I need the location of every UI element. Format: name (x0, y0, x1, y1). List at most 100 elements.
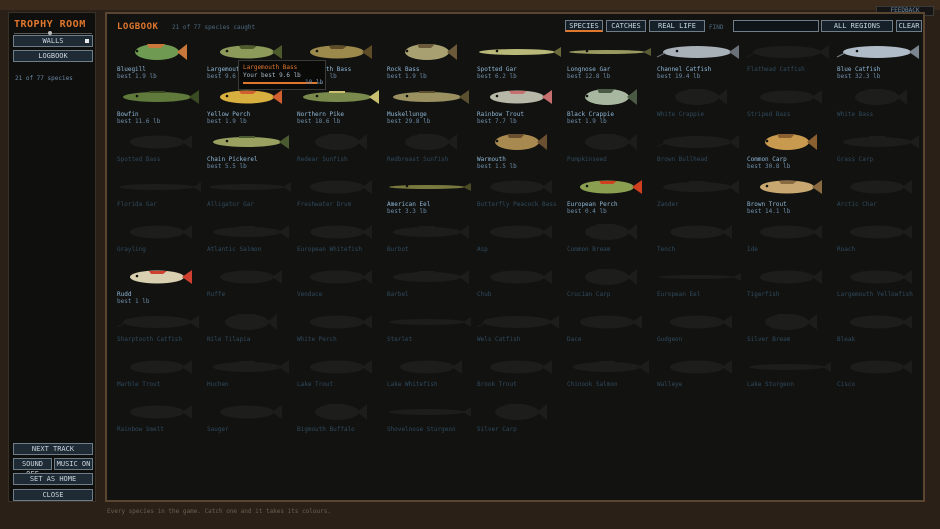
species-card[interactable]: Bluegill best 1.9 lb (115, 40, 205, 85)
walls-button[interactable]: WALLS (13, 35, 93, 47)
species-card[interactable]: Grayling (115, 220, 205, 265)
species-card[interactable]: White Crappie (655, 85, 745, 130)
species-card[interactable]: Spotted Bass (115, 130, 205, 175)
species-card[interactable]: Ruffe (205, 265, 295, 310)
species-card[interactable]: Yellow Perch best 1.9 lb (205, 85, 295, 130)
species-card[interactable]: Sauger (205, 400, 295, 445)
walls-indicator-icon (85, 39, 89, 43)
fish-icon (389, 317, 471, 327)
species-card[interactable]: Alligator Gar (205, 175, 295, 220)
species-card[interactable]: Barbel (385, 265, 475, 310)
species-card[interactable]: Sterlet (385, 310, 475, 355)
species-card[interactable]: Nile Tilapia (205, 310, 295, 355)
species-card[interactable]: European Eel (655, 265, 745, 310)
species-best-weight: best 14.1 lb (747, 208, 791, 215)
species-card[interactable]: Wels Catfish (475, 310, 565, 355)
species-card[interactable]: Bigmouth Buffalo (295, 400, 385, 445)
species-card[interactable]: Brown Trout best 14.1 lb (745, 175, 835, 220)
species-card[interactable]: Largemouth Yellowfish (835, 265, 925, 310)
tab-real-life[interactable]: REAL LIFE (649, 20, 705, 32)
logbook-button[interactable]: LOGBOOK (13, 50, 93, 62)
species-card[interactable]: Longnose Gar best 12.8 lb (565, 40, 655, 85)
species-card[interactable]: Muskellunge best 29.8 lb (385, 85, 475, 130)
species-card[interactable]: Bowfin best 11.6 lb (115, 85, 205, 130)
species-card[interactable]: Shovelnose Sturgeon (385, 400, 475, 445)
species-card[interactable]: Dace (565, 310, 655, 355)
fish-icon (765, 314, 817, 330)
species-card[interactable]: Chinook Salmon (565, 355, 655, 400)
species-card[interactable]: European Whitefish (295, 220, 385, 265)
species-card[interactable]: Silver Bream (745, 310, 835, 355)
species-name: Sauger (207, 426, 229, 433)
species-card[interactable]: Northern Pike best 18.6 lb (295, 85, 385, 130)
species-card[interactable]: Lake Trout (295, 355, 385, 400)
species-card[interactable]: Atlantic Salmon (205, 220, 295, 265)
species-card[interactable]: Crucian Carp (565, 265, 655, 310)
species-card[interactable]: Zander (655, 175, 745, 220)
species-card[interactable]: Flathead Catfish (745, 40, 835, 85)
species-card[interactable]: Warmouth best 1.5 lb (475, 130, 565, 175)
species-card[interactable]: Cisco (835, 355, 925, 400)
fish-icon (310, 180, 372, 194)
species-card[interactable]: Lake Whitefish (385, 355, 475, 400)
region-select[interactable]: ALL REGIONS (821, 20, 893, 32)
species-card[interactable]: Asp (475, 220, 565, 265)
species-card[interactable]: Gudgeon (655, 310, 745, 355)
species-name: Longnose Gar (567, 66, 611, 73)
species-name: Muskellunge (387, 111, 427, 118)
species-card[interactable]: White Perch (295, 310, 385, 355)
species-card[interactable]: Tigerfish (745, 265, 835, 310)
species-card[interactable]: Common Carp best 30.8 lb (745, 130, 835, 175)
species-name: Shovelnose Sturgeon (387, 426, 456, 433)
clear-button[interactable]: CLEAR (896, 20, 922, 32)
fish-icon (130, 135, 192, 149)
species-card[interactable]: Brook Trout (475, 355, 565, 400)
species-card[interactable]: Brown Bullhead (655, 130, 745, 175)
species-card[interactable]: Chub (475, 265, 565, 310)
species-card[interactable]: Tench (655, 220, 745, 265)
next-track-button[interactable]: NEXT TRACK (13, 443, 93, 455)
species-card[interactable]: Butterfly Peacock Bass (475, 175, 565, 220)
species-card[interactable]: Walleye (655, 355, 745, 400)
species-card[interactable]: Burbot (385, 220, 475, 265)
tab-catches[interactable]: CATCHES (606, 20, 646, 32)
set-home-button[interactable]: SET AS HOME (13, 473, 93, 485)
species-card[interactable]: Ide (745, 220, 835, 265)
species-card[interactable]: Blue Catfish best 32.3 lb (835, 40, 925, 85)
species-card[interactable]: Freshwater Drum (295, 175, 385, 220)
species-card[interactable]: Redbreast Sunfish (385, 130, 475, 175)
species-card[interactable]: Arctic Char (835, 175, 925, 220)
species-card[interactable]: White Bass (835, 85, 925, 130)
species-card[interactable]: Florida Gar (115, 175, 205, 220)
species-card[interactable]: Silver Carp (475, 400, 565, 445)
walls-label: WALLS (42, 37, 64, 45)
tab-species[interactable]: SPECIES (565, 20, 603, 32)
music-toggle[interactable]: MUSIC ON (54, 458, 93, 470)
species-card[interactable]: Spotted Gar best 6.2 lb (475, 40, 565, 85)
species-card[interactable]: Rock Bass best 1.9 lb (385, 40, 475, 85)
species-card[interactable]: Rainbow Trout best 7.7 lb (475, 85, 565, 130)
species-card[interactable]: Sharptooth Catfish (115, 310, 205, 355)
species-card[interactable]: Rainbow Smelt (115, 400, 205, 445)
sound-toggle[interactable]: SOUND OFF (13, 458, 52, 478)
species-card[interactable]: Redear Sunfish (295, 130, 385, 175)
species-card[interactable]: Black Crappie best 1.9 lb (565, 85, 655, 130)
species-card[interactable]: Pumpkinseed (565, 130, 655, 175)
species-card[interactable]: Common Bream (565, 220, 655, 265)
search-input[interactable] (733, 20, 819, 32)
species-card[interactable]: Huchen (205, 355, 295, 400)
species-card[interactable]: Vendace (295, 265, 385, 310)
species-card[interactable]: Bleak (835, 310, 925, 355)
species-card[interactable]: Grass Carp (835, 130, 925, 175)
species-card[interactable]: Roach (835, 220, 925, 265)
species-card[interactable]: Marble Trout (115, 355, 205, 400)
species-name: Largemouth Yellowfish (837, 291, 913, 298)
species-card[interactable]: Lake Sturgeon (745, 355, 835, 400)
species-card[interactable]: European Perch best 0.4 lb (565, 175, 655, 220)
species-card[interactable]: Chain Pickerel best 5.5 lb (205, 130, 295, 175)
close-button[interactable]: CLOSE (13, 489, 93, 501)
species-card[interactable]: American Eel best 3.3 lb (385, 175, 475, 220)
species-card[interactable]: Channel Catfish best 19.4 lb (655, 40, 745, 85)
species-card[interactable]: Striped Bass (745, 85, 835, 130)
species-card[interactable]: Rudd best 1 lb (115, 265, 205, 310)
